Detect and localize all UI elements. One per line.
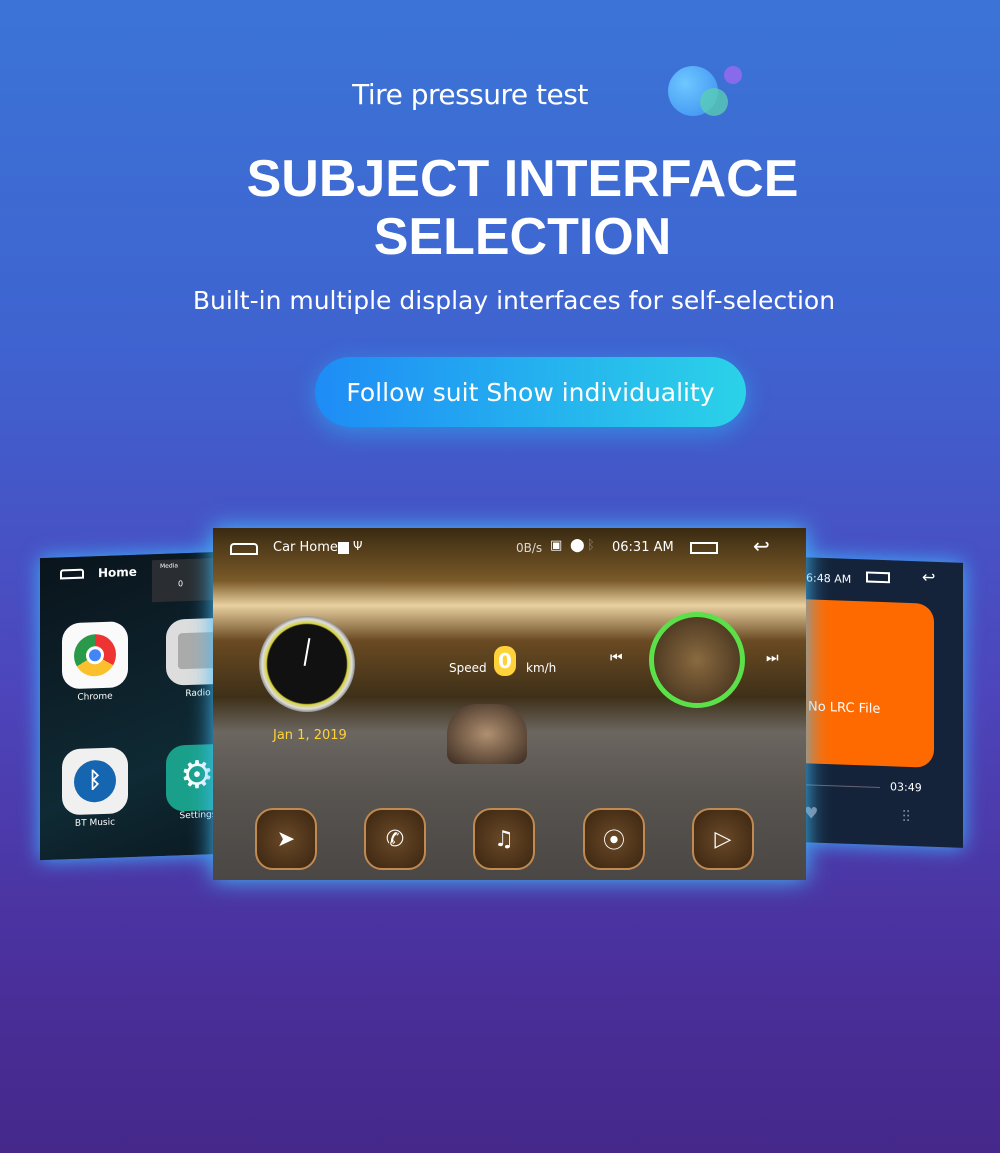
- music-screen-preview: 6:48 AM ↩ No LRC File 03:49 ♥ ⫶⫶: [800, 557, 963, 848]
- app-label: BT Music: [74, 817, 116, 829]
- subtitle: Built-in multiple display interfaces for…: [192, 286, 836, 315]
- heart-icon[interactable]: ♥: [804, 803, 818, 823]
- settings-app[interactable]: ⚙: [166, 743, 220, 812]
- title-line: SUBJECT INTERFACE: [246, 150, 799, 208]
- media-count: 0: [178, 579, 184, 589]
- speed-unit: km/h: [526, 661, 557, 675]
- cast-icon: ▣: [550, 538, 563, 553]
- progress-bar[interactable]: [800, 784, 880, 788]
- bluetooth-icon: ᛒ: [74, 759, 116, 803]
- car-image: [447, 704, 527, 764]
- radio-icon: ⦿: [602, 829, 625, 854]
- status-time: 6:48 AM: [806, 571, 852, 586]
- bt-music-app[interactable]: ᛒ: [62, 747, 128, 816]
- logo-blob-icon: [724, 66, 742, 84]
- back-icon[interactable]: ↩: [922, 567, 935, 586]
- app-label: Chrome: [77, 691, 113, 703]
- lyrics-text: No LRC File: [808, 699, 881, 717]
- video-icon: ▷: [714, 826, 732, 852]
- clock-hand: [303, 638, 311, 666]
- radio-button[interactable]: ⦿: [583, 808, 645, 870]
- navigation-icon: ➤: [276, 826, 296, 852]
- phone-button[interactable]: ✆: [364, 808, 426, 870]
- speed-label: Speed: [449, 661, 487, 675]
- video-button[interactable]: ▷: [692, 808, 754, 870]
- speed-value: 0: [494, 646, 516, 676]
- chrome-app[interactable]: [62, 621, 128, 690]
- analog-clock[interactable]: [259, 616, 355, 712]
- follow-suit-button[interactable]: Follow suit Show individuality: [315, 357, 746, 427]
- recent-apps-icon[interactable]: [866, 571, 890, 584]
- duration: 03:49: [890, 780, 922, 795]
- previous-track-icon[interactable]: ⏮: [610, 650, 623, 666]
- navigation-button[interactable]: ➤: [255, 808, 317, 870]
- net-speed: 0B/s: [516, 541, 543, 555]
- gear-icon: ⚙: [180, 752, 215, 798]
- notification-icon: [338, 542, 349, 554]
- date: Jan 1, 2019: [273, 728, 347, 743]
- equalizer-icon[interactable]: ⫶⫶: [902, 807, 910, 827]
- album-art[interactable]: [649, 612, 745, 708]
- location-icon: ⬤: [570, 538, 585, 553]
- radio-app[interactable]: [166, 617, 220, 686]
- logo-blob-icon: [700, 88, 728, 116]
- home-screen-preview: Home Media 0 Chrome Radio ᛒ BT Music ⚙ S…: [40, 551, 220, 861]
- app-label: Radio: [185, 688, 211, 700]
- car-home-screen: Car Home Ψ 0B/s ▣ ⬤ ᛒ 06:31 AM ↩ Jan 1, …: [213, 528, 806, 880]
- brand-title: Tire pressure test: [352, 78, 588, 111]
- phone-icon: ✆: [385, 826, 405, 852]
- title-line: SELECTION: [373, 208, 672, 266]
- back-icon[interactable]: ↩: [753, 534, 770, 558]
- media-widget[interactable]: Media 0: [152, 557, 220, 603]
- music-icon: ♫: [494, 826, 514, 852]
- next-track-icon[interactable]: ⏭: [766, 650, 779, 666]
- recent-apps-icon[interactable]: [690, 542, 718, 554]
- lyrics-panel: No LRC File: [800, 599, 934, 768]
- app-title: Car Home: [273, 540, 338, 555]
- screen-title: Home: [98, 564, 137, 581]
- status-time: 06:31 AM: [612, 540, 674, 555]
- media-label: Media: [160, 562, 179, 570]
- home-icon[interactable]: [230, 543, 258, 555]
- page-title: SUBJECT INTERFACE SELECTION: [0, 150, 1000, 266]
- home-icon[interactable]: [60, 568, 84, 580]
- usb-icon: Ψ: [353, 539, 363, 553]
- music-button[interactable]: ♫: [473, 808, 535, 870]
- bluetooth-icon: ᛒ: [587, 538, 595, 553]
- app-label: Settings: [179, 809, 217, 822]
